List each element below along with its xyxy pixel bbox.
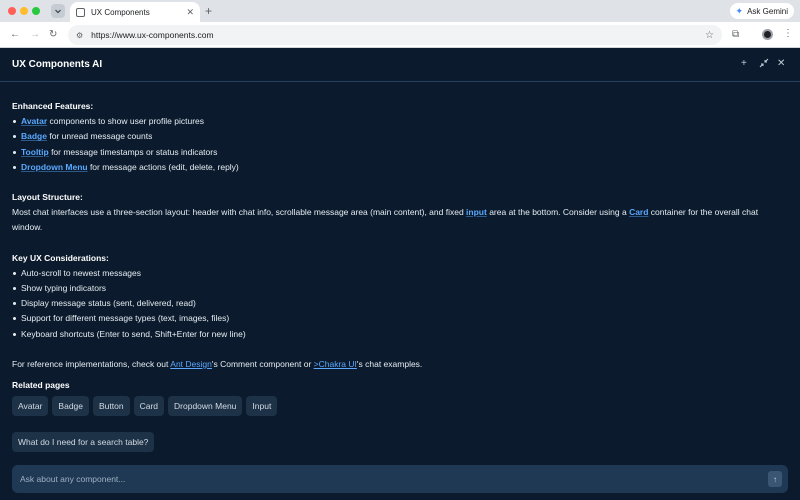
tab-title: UX Components bbox=[91, 7, 150, 17]
list-item: Dropdown Menu for message actions (edit,… bbox=[12, 160, 788, 175]
reload-icon[interactable]: ↻ bbox=[49, 28, 57, 42]
paragraph-text: For reference implementations, check out bbox=[12, 358, 171, 369]
list-item-text: for message timestamps or status indicat… bbox=[48, 146, 218, 157]
related-pages-label: Related pages bbox=[12, 380, 70, 390]
profile-icon[interactable] bbox=[762, 29, 773, 40]
forward-icon[interactable]: → bbox=[30, 28, 40, 42]
star-icon[interactable]: ☆ bbox=[705, 30, 714, 41]
list-item: Tooltip for message timestamps or status… bbox=[12, 145, 788, 160]
list-item-text: for message actions (edit, delete, reply… bbox=[87, 161, 239, 172]
kebab-menu-icon[interactable]: ⋮ bbox=[783, 28, 793, 40]
ant-design-link[interactable]: Ant Design bbox=[170, 359, 212, 369]
key-ux-list: Auto-scroll to newest messages Show typi… bbox=[12, 266, 788, 342]
reference-paragraph: For reference implementations, check out… bbox=[12, 357, 788, 372]
site-settings-icon[interactable]: ⚙ bbox=[76, 31, 83, 40]
paragraph-text: area at the bottom. Consider using a bbox=[486, 207, 630, 218]
maximize-window-button[interactable] bbox=[32, 7, 40, 15]
enhanced-features-list: Avatar components to show user profile p… bbox=[12, 114, 788, 175]
list-item: Avatar components to show user profile p… bbox=[12, 114, 788, 129]
back-icon[interactable]: ← bbox=[10, 28, 20, 42]
list-item-text: components to show user profile pictures bbox=[47, 116, 205, 127]
browser-tab[interactable]: UX Components ✕ bbox=[70, 2, 200, 22]
ask-gemini-button[interactable]: ✦ Ask Gemini bbox=[729, 3, 794, 19]
chat-panel: UX Components AI + ✕ Enhanced Features: … bbox=[0, 48, 800, 500]
list-item: Badge for unread message counts bbox=[12, 129, 788, 144]
favicon-icon bbox=[76, 7, 85, 17]
close-icon[interactable]: ✕ bbox=[777, 58, 785, 70]
related-pages-chips: Avatar Badge Button Card Dropdown Menu I… bbox=[12, 396, 281, 416]
close-icon[interactable]: ✕ bbox=[186, 7, 194, 18]
dropdown-menu-link[interactable]: Dropdown Menu bbox=[21, 162, 88, 172]
address-bar[interactable]: ⚙ https://www.ux-components.com ☆ bbox=[68, 25, 722, 45]
gemini-sparkle-icon: ✦ bbox=[735, 5, 744, 16]
paragraph-text: 's Comment component or bbox=[211, 358, 314, 369]
collapse-icon[interactable] bbox=[759, 58, 769, 72]
ask-gemini-label: Ask Gemini bbox=[747, 6, 788, 16]
chip-badge[interactable]: Badge bbox=[52, 396, 90, 416]
list-item: Support for different message types (tex… bbox=[12, 311, 788, 326]
url-text[interactable]: https://www.ux-components.com bbox=[91, 30, 705, 40]
chip-dropdown-menu[interactable]: Dropdown Menu bbox=[168, 396, 243, 416]
layout-structure-paragraph: Most chat interfaces use a three-section… bbox=[12, 205, 788, 235]
tooltip-link[interactable]: Tooltip bbox=[21, 147, 49, 157]
chip-input[interactable]: Input bbox=[246, 396, 278, 416]
chakra-ui-link[interactable]: >Chakra UI bbox=[314, 359, 357, 369]
card-link[interactable]: Card bbox=[629, 207, 648, 217]
send-icon[interactable]: ↑ bbox=[768, 471, 782, 487]
list-item: Auto-scroll to newest messages bbox=[12, 266, 788, 281]
key-ux-heading: Key UX Considerations: bbox=[12, 252, 109, 263]
layout-structure-heading: Layout Structure: bbox=[12, 192, 83, 203]
chip-card[interactable]: Card bbox=[133, 396, 165, 416]
plus-icon[interactable]: + bbox=[205, 4, 212, 18]
chat-composer: ↑ bbox=[12, 465, 788, 493]
plus-icon[interactable]: + bbox=[741, 58, 747, 70]
chat-input[interactable] bbox=[20, 472, 720, 486]
extensions-icon[interactable]: ⧉ bbox=[732, 29, 739, 41]
minimize-window-button[interactable] bbox=[20, 7, 28, 15]
assistant-message: Enhanced Features: Avatar components to … bbox=[12, 99, 788, 372]
enhanced-features-heading: Enhanced Features: bbox=[12, 101, 94, 111]
list-item: Show typing indicators bbox=[12, 281, 788, 296]
paragraph-text: 's chat examples. bbox=[356, 358, 423, 369]
browser-toolbar: ← → ↻ ⚙ https://www.ux-components.com ☆ … bbox=[0, 22, 800, 48]
close-window-button[interactable] bbox=[8, 7, 16, 15]
panel-title: UX Components AI bbox=[12, 59, 103, 70]
paragraph-text: Most chat interfaces use a three-section… bbox=[12, 207, 467, 218]
suggested-question-button[interactable]: What do I need for a search table? bbox=[12, 432, 155, 452]
browser-tab-bar: UX Components ✕ + ✦ Ask Gemini bbox=[0, 0, 800, 22]
panel-header: UX Components AI + ✕ bbox=[0, 48, 800, 82]
chip-avatar[interactable]: Avatar bbox=[12, 396, 49, 416]
input-link[interactable]: input bbox=[466, 207, 487, 217]
badge-link[interactable]: Badge bbox=[21, 131, 47, 141]
tab-menu-icon[interactable] bbox=[51, 4, 65, 18]
list-item: Keyboard shortcuts (Enter to send, Shift… bbox=[12, 327, 788, 342]
avatar-link[interactable]: Avatar bbox=[21, 116, 47, 126]
list-item-text: for unread message counts bbox=[46, 131, 153, 142]
list-item: Display message status (sent, delivered,… bbox=[12, 296, 788, 311]
chip-button[interactable]: Button bbox=[93, 396, 130, 416]
